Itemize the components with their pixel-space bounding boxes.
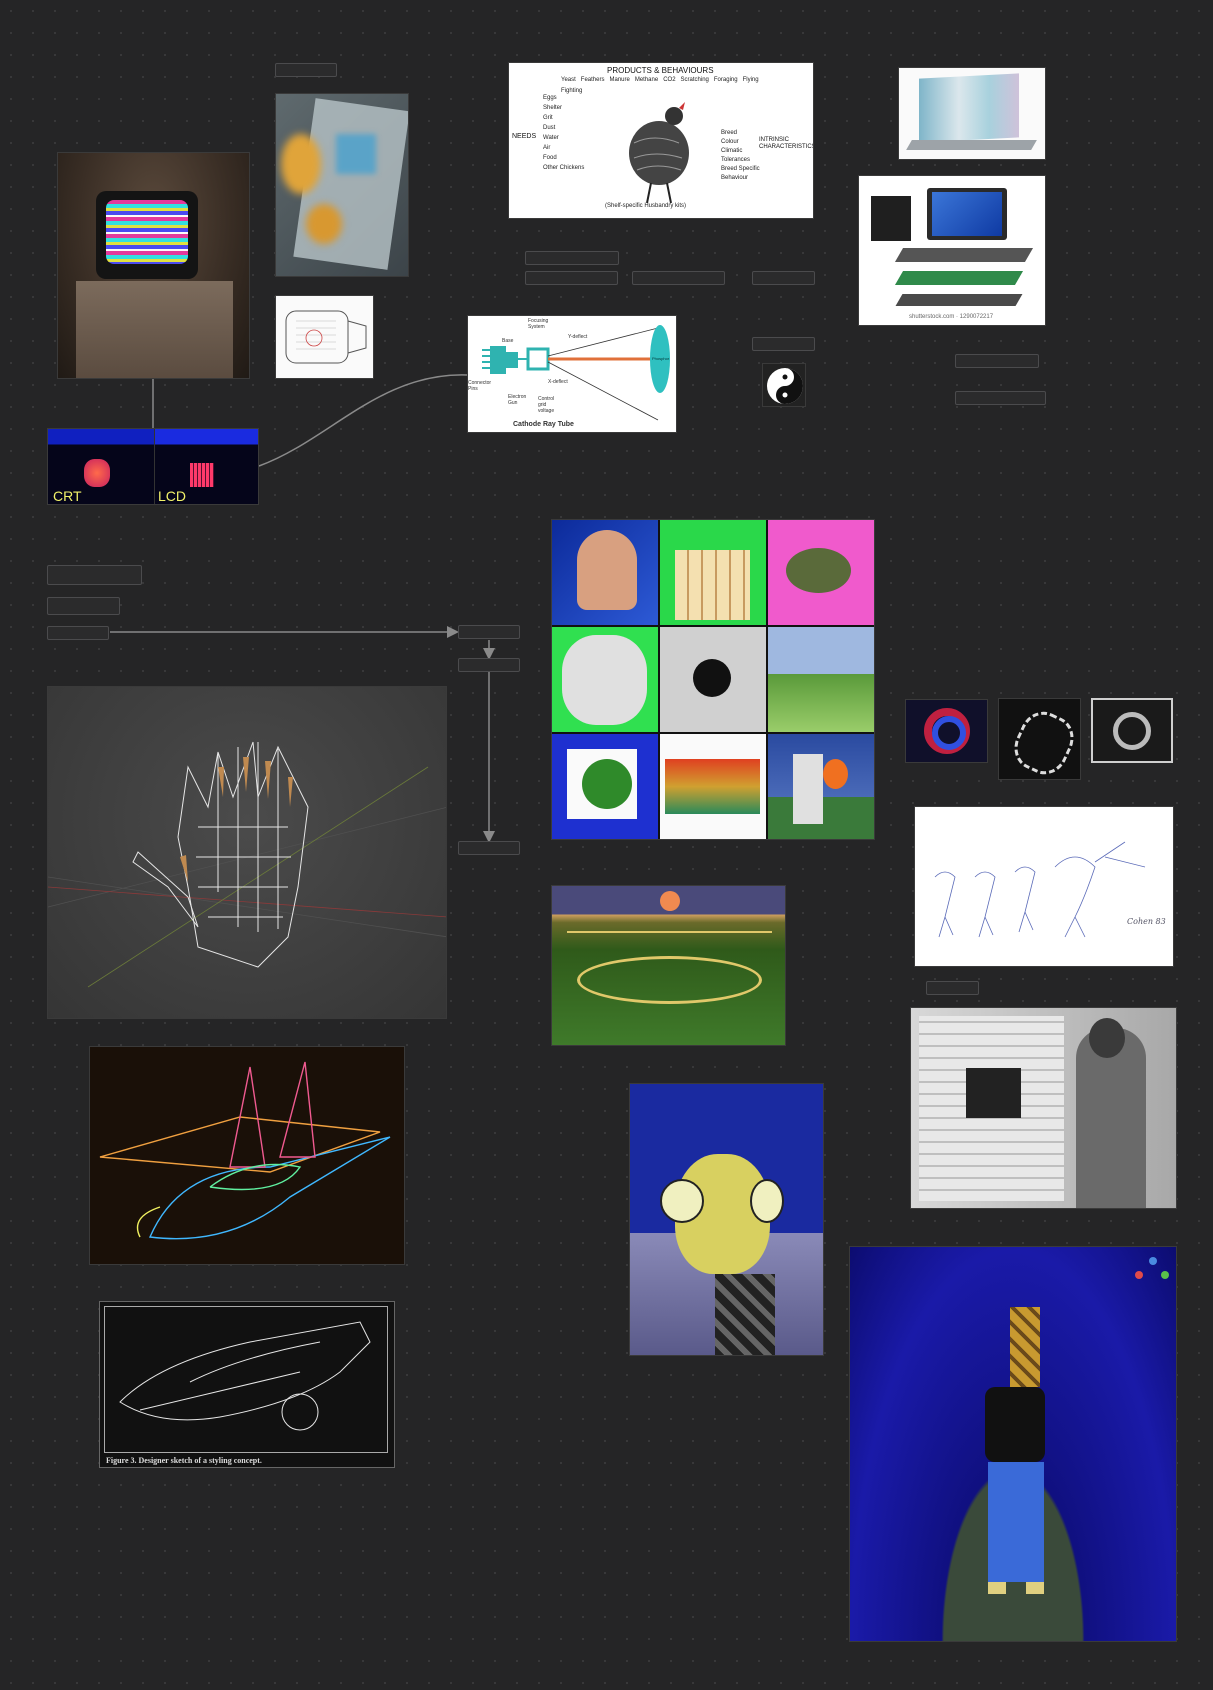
label-top-center[interactable] bbox=[275, 63, 337, 77]
image-hand-wireframe[interactable] bbox=[47, 686, 447, 1019]
image-yin-yang[interactable] bbox=[762, 363, 806, 407]
label-mid-1[interactable] bbox=[458, 625, 520, 639]
crt-label-grid: Control grid voltage bbox=[538, 396, 555, 414]
image-giraffe-figure[interactable] bbox=[849, 1246, 1177, 1642]
image-torus-frame[interactable] bbox=[1091, 698, 1173, 763]
label-yinyang[interactable] bbox=[752, 337, 815, 351]
sketch-signature: Cohen 83 bbox=[1127, 917, 1166, 926]
crt-label-base: Base bbox=[502, 338, 514, 344]
image-surreal-grid[interactable] bbox=[551, 519, 875, 840]
grid-cell-church bbox=[768, 734, 874, 839]
grid-cell-face bbox=[552, 627, 658, 732]
image-wireframe-jet[interactable] bbox=[89, 1046, 405, 1265]
chicken-right-words: Breed Colour Climatic Tolerances Breed Spec… bbox=[721, 130, 760, 181]
image-moon-field[interactable] bbox=[551, 885, 786, 1046]
label-laptop-2[interactable] bbox=[955, 391, 1046, 405]
crt-label-focusing: Focusing System bbox=[528, 318, 549, 330]
laptop-watermark: shutterstock.com · 1290072217 bbox=[909, 314, 994, 320]
yin-yang-icon bbox=[767, 368, 803, 404]
compare-right-label: LCD bbox=[158, 488, 187, 504]
label-diagram-4[interactable] bbox=[752, 271, 815, 285]
crt-label-connector: Connector Pins bbox=[468, 380, 492, 392]
crt-diagram-title: Cathode Ray Tube bbox=[513, 421, 574, 428]
label-left-2[interactable] bbox=[47, 597, 120, 615]
image-monitor-sketch[interactable] bbox=[275, 295, 374, 379]
chicken-title: PRODUCTS & BEHAVIOURS bbox=[607, 66, 714, 75]
grid-cell-hills bbox=[768, 627, 874, 732]
chicken-top-words: Yeast Feathers Manure Methane CO2 Scratching F… bbox=[561, 77, 759, 94]
crt-label-ydeflect: Y-deflect bbox=[568, 334, 588, 340]
crt-label-gun: Electron Gun bbox=[508, 394, 527, 406]
label-right-mid[interactable] bbox=[926, 981, 979, 995]
label-left-3[interactable] bbox=[47, 626, 109, 640]
chicken-intrinsic: INTRINSIC CHARACTERISTICS bbox=[759, 137, 814, 150]
chicken-left-words: Eggs Shelter Grit Dust Water Air Food Other Chi… bbox=[543, 95, 585, 171]
image-white-twist[interactable] bbox=[998, 698, 1081, 780]
viewport-gizmo[interactable] bbox=[1135, 1257, 1171, 1293]
tv-screen-glitch bbox=[106, 200, 188, 264]
image-man-console[interactable] bbox=[910, 1007, 1177, 1209]
image-car-sketch[interactable]: Figure 3. Designer sketch of a styling c… bbox=[99, 1301, 395, 1468]
image-laptop-screens[interactable] bbox=[898, 67, 1046, 160]
crt-label-phosphor: Phosphor bbox=[652, 356, 670, 361]
grid-cell-bomb bbox=[768, 520, 874, 625]
image-giraffe-head[interactable] bbox=[629, 1083, 824, 1356]
grid-cell-cigarettes bbox=[660, 520, 766, 625]
grid-cell-heads bbox=[660, 627, 766, 732]
image-crt-tv[interactable] bbox=[57, 152, 250, 379]
label-diagram-1[interactable] bbox=[525, 251, 619, 265]
label-laptop-1[interactable] bbox=[955, 354, 1039, 368]
chicken-drawing bbox=[629, 102, 689, 204]
label-diagram-2[interactable] bbox=[525, 271, 618, 285]
connector-compare-to-diagram bbox=[258, 374, 468, 467]
image-crt-lcd-compare[interactable]: CRT LCD bbox=[47, 428, 259, 505]
image-red-blue-knot[interactable] bbox=[905, 699, 988, 763]
label-diagram-3[interactable] bbox=[632, 271, 725, 285]
image-chicken-diagram[interactable]: PRODUCTS & BEHAVIOURS NEEDS INTRINSIC CH… bbox=[508, 62, 814, 219]
image-sketch-figures[interactable]: Cohen 83 bbox=[914, 806, 1174, 967]
chicken-needs: NEEDS bbox=[512, 133, 537, 140]
label-mid-3[interactable] bbox=[458, 841, 520, 855]
crt-label-xdeflect: X-deflect bbox=[548, 379, 568, 385]
compare-left-label: CRT bbox=[53, 488, 82, 504]
image-exploded-laptop[interactable]: shutterstock.com · 1290072217 bbox=[858, 175, 1046, 326]
image-crt-diagram[interactable]: Cathode Ray Tube Focusing System Base Y-… bbox=[467, 315, 677, 433]
car-sketch-caption: Figure 3. Designer sketch of a styling c… bbox=[106, 1456, 262, 1465]
label-left-1[interactable] bbox=[47, 565, 142, 585]
label-mid-2[interactable] bbox=[458, 658, 520, 672]
image-blurry-collage[interactable] bbox=[275, 93, 409, 277]
grid-cell-landscape bbox=[660, 734, 766, 839]
grid-cell-plant bbox=[552, 734, 658, 839]
grid-cell-hand bbox=[552, 520, 658, 625]
